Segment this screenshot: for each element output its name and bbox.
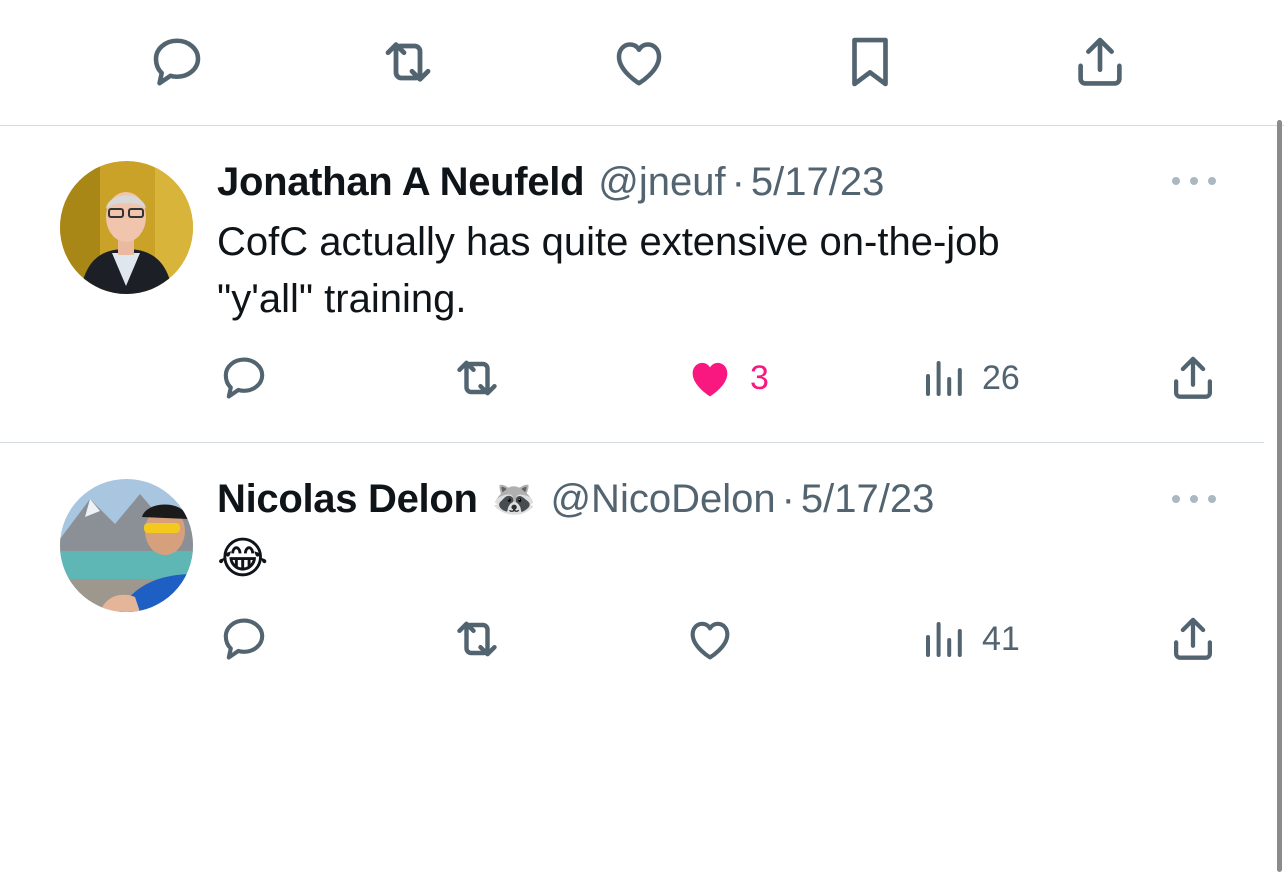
tweet-action-bar: 41 [0,609,1264,669]
like-icon [690,621,730,660]
bookmark-icon [852,37,888,87]
view-count: 26 [982,358,1020,397]
scrollbar[interactable] [1274,120,1284,872]
more-dot-icon [1190,495,1198,503]
separator-dot: · [731,160,745,204]
author-name[interactable]: Jonathan A Neufeld [217,158,585,206]
tweet-action-bar: 3 26 [0,348,1264,408]
raccoon-emoji: 🦝 [491,478,537,519]
retweet-button[interactable] [376,30,440,94]
share-icon [1078,37,1122,86]
reply-icon [223,357,265,399]
avatar-image [60,479,193,612]
reply-icon [153,38,201,86]
like-button[interactable]: 3 [684,348,769,408]
share-button[interactable] [1166,348,1220,408]
reply-tweet[interactable]: Nicolas Delon 🦝 @NicoDelon · 5/17/23 😂 4… [0,443,1264,683]
views-button[interactable]: 41 [920,609,1020,669]
share-button[interactable] [1068,30,1132,94]
author-handle[interactable]: @jneuf [598,158,725,206]
share-button[interactable] [1166,609,1220,669]
view-count: 41 [982,619,1020,658]
like-icon [616,42,662,86]
tweet-header: Jonathan A Neufeld @jneuf · 5/17/23 [217,158,884,206]
author-handle[interactable]: @NicoDelon [550,475,775,523]
more-dot-icon [1190,177,1198,185]
reply-button[interactable] [218,348,270,408]
more-dot-icon [1208,495,1216,503]
reply-tweet[interactable]: Jonathan A Neufeld @jneuf · 5/17/23 CofC… [0,126,1264,443]
retweet-icon [385,42,431,82]
retweet-button[interactable] [449,348,505,408]
avatar[interactable] [60,479,193,612]
reply-button[interactable] [218,609,270,669]
like-button[interactable] [684,609,736,669]
share-icon [1173,356,1213,399]
tweet-text: 😂 [217,534,269,583]
retweet-button[interactable] [449,609,505,669]
share-icon [1173,617,1213,660]
bookmark-button[interactable] [838,30,902,94]
scrollbar-thumb[interactable] [1277,120,1282,872]
like-button[interactable] [607,30,671,94]
analytics-icon [926,622,962,657]
views-button[interactable]: 26 [920,348,1020,408]
tweet-date[interactable]: 5/17/23 [801,475,934,523]
author-name[interactable]: Nicolas Delon [217,475,478,523]
analytics-icon [926,361,962,396]
more-dot-icon [1172,495,1180,503]
tweet-header: Nicolas Delon 🦝 @NicoDelon · 5/17/23 [217,475,934,523]
more-dot-icon [1172,177,1180,185]
separator-dot: · [781,477,795,521]
like-count: 3 [750,358,769,397]
tweet-date[interactable]: 5/17/23 [751,158,884,206]
more-dot-icon [1208,177,1216,185]
like-filled-icon [692,362,728,397]
reply-icon [223,618,265,660]
retweet-icon [457,621,497,657]
focused-tweet-action-bar [0,0,1284,126]
more-options-button[interactable] [1172,489,1216,509]
avatar[interactable] [60,161,193,294]
more-options-button[interactable] [1172,171,1216,191]
tweet-text: CofC actually has quite extensive on-the… [217,220,1000,321]
avatar-image [60,161,193,294]
reply-button[interactable] [145,30,209,94]
retweet-icon [457,360,497,396]
